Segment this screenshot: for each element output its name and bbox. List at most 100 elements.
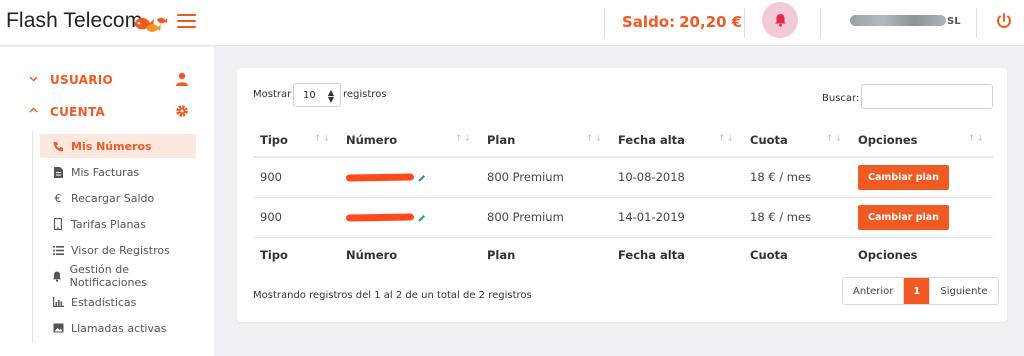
user-icon [176,72,188,86]
sidebar-item-recargar-saldo[interactable]: € Recargar Saldo [40,186,196,210]
number-redacted [345,173,415,182]
mobile-icon [54,218,62,230]
phone-icon [53,141,63,151]
table-row: 900 800 Premium 10-08-2018 18 € / mes Ca… [253,157,993,198]
list-icon [52,245,64,255]
sidebar-section-label: USUARIO [50,73,114,87]
show-label: Mostrar [253,89,292,100]
separator [976,8,977,38]
change-plan-button[interactable]: Cambiar plan [858,164,949,190]
sidebar-item-visor-registros[interactable]: Visor de Registros [40,238,196,262]
menu-toggle-button[interactable] [177,14,196,29]
sidebar-item-estadisticas[interactable]: Estadísticas [40,290,196,314]
pencil-icon[interactable] [418,214,426,222]
sidebar-item-mis-numeros[interactable]: Mis Números [40,134,196,158]
sort-icon: ↑↓ [454,134,472,144]
sidebar-item-label: Mis Facturas [71,165,140,179]
prev-page-button[interactable]: Anterior [843,278,904,304]
sidebar-item-notificaciones[interactable]: Gestión de Notificaciones [40,263,196,289]
column-header-opciones[interactable]: Opciones ↑↓ [851,123,993,158]
notifications-button[interactable] [762,2,798,38]
image-icon [53,323,63,333]
sidebar-item-mis-facturas[interactable]: Mis Facturas [40,160,196,184]
next-page-button[interactable]: Siguiente [929,278,998,304]
page-size-select[interactable]: 10 ▲ ▼ [293,83,341,107]
euro-icon: € [54,191,62,205]
cell-fecha-alta: 14-01-2019 [611,197,743,238]
sidebar-section-cuenta[interactable]: CUENTA [0,99,214,125]
gear-icon [176,105,188,117]
column-header-plan[interactable]: Plan ↑↓ [480,123,611,158]
footer-header-opciones: Opciones [858,247,918,262]
sort-icon: ↑↓ [585,134,603,144]
table-footer-row: Tipo Número Plan Fecha alta Cuota Opcion… [253,237,993,272]
footer-header-plan: Plan [487,247,516,262]
cell-plan: 800 Premium [480,197,611,238]
sidebar-item-llamadas-activas[interactable]: Llamadas activas [40,316,196,340]
records-label: registros [343,89,387,100]
bell-icon [774,14,786,27]
numbers-card: Mostrar 10 ▲ ▼ registros Buscar: Tipo ↑↓ N… [237,68,1007,322]
cell-cuota: 18 € / mes [743,157,851,198]
column-header-tipo[interactable]: Tipo ↑↓ [253,123,339,158]
brand-name: Flash Telecom [6,9,143,32]
balance-display: Saldo: 20,20 € [622,13,742,31]
sidebar-item-label: Estadísticas [71,295,137,309]
separator [604,8,605,38]
search-input[interactable] [861,84,993,109]
pagination: Anterior 1 Siguiente [842,277,999,305]
cell-plan: 800 Premium [480,157,611,198]
column-header-cuota[interactable]: Cuota ↑↓ [743,123,851,158]
sort-icon: ↑↓ [717,134,735,144]
pencil-icon[interactable] [418,174,426,182]
chevron-up-icon [29,107,38,113]
sidebar-item-label: Tarifas Planas [71,217,146,231]
sidebar-item-label: Llamadas activas [71,321,167,335]
chart-icon [52,297,64,307]
sidebar-item-label: Gestión de Notificaciones [69,263,147,289]
table-info: Mostrando registros del 1 al 2 de un tot… [253,290,532,301]
footer-header-cuota: Cuota [750,247,788,262]
table-header-row: Tipo ↑↓ Número ↑↓ Plan ↑↓ Fecha alta ↑↓ Cuot… [253,123,993,158]
column-header-fecha-alta[interactable]: Fecha alta ↑↓ [611,123,743,158]
cell-fecha-alta: 10-08-2018 [611,157,743,198]
number-redacted [345,213,415,222]
separator [744,8,745,38]
fish-logo-icon [134,17,167,32]
top-bar: Flash Telecom Saldo: 20,20 € SL [0,0,1024,46]
cell-numero [339,157,480,198]
cell-tipo: 900 [253,197,339,238]
balance-label: Saldo: [622,13,676,31]
footer-header-fecha-alta: Fecha alta [618,247,685,262]
balance-value: 20,20 € [679,13,743,31]
sort-caret-icon: ▲ ▼ [327,88,334,104]
footer-header-tipo: Tipo [260,247,288,262]
user-name-suffix: SL [947,16,961,27]
column-header-numero[interactable]: Número ↑↓ [339,123,480,158]
sidebar-item-label: Visor de Registros [71,243,170,257]
sidebar-item-label: Recargar Saldo [71,191,155,205]
search-label: Buscar: [822,93,860,104]
numbers-table: Tipo ↑↓ Número ↑↓ Plan ↑↓ Fecha alta ↑↓ Cuot… [253,123,993,272]
sidebar-section-label: CUENTA [50,105,106,119]
sidebar-item-tarifas-planas[interactable]: Tarifas Planas [40,212,196,236]
sidebar-section-usuario[interactable]: USUARIO [0,67,214,93]
cell-opciones: Cambiar plan [851,197,993,238]
sort-icon: ↑↓ [967,134,985,144]
sidebar-item-label: Mis Números [71,139,152,153]
page-1-button[interactable]: 1 [903,278,930,304]
cell-tipo: 900 [253,157,339,198]
document-icon [53,166,63,178]
user-name-redacted[interactable] [850,15,946,26]
footer-header-numero: Número [346,247,398,262]
separator [820,8,821,38]
submenu-guide-line [32,131,33,343]
cell-opciones: Cambiar plan [851,157,993,198]
chevron-down-icon [29,76,38,82]
sidebar: USUARIO CUENTA Mis Números Mis Facturas … [0,47,214,356]
page-size-value: 10 [303,90,316,101]
sort-icon: ↑↓ [825,134,843,144]
cell-cuota: 18 € / mes [743,197,851,238]
power-icon[interactable] [995,12,1013,30]
change-plan-button[interactable]: Cambiar plan [858,204,949,230]
